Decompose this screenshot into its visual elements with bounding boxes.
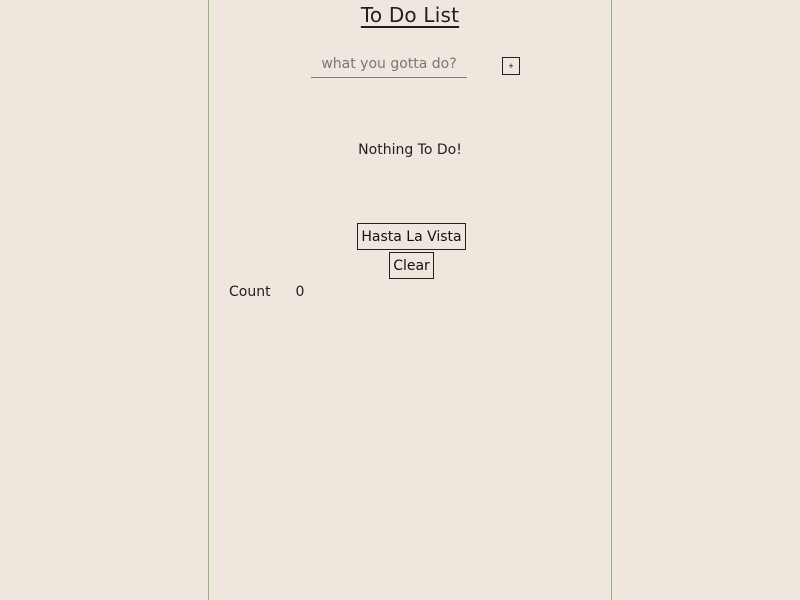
count-label: Count: [229, 284, 271, 300]
empty-state-message: Nothing To Do!: [358, 142, 462, 158]
todo-panel: To Do List + Nothing To Do! Hasta La Vis…: [208, 0, 612, 600]
page: To Do List + Nothing To Do! Hasta La Vis…: [0, 0, 800, 600]
page-title: To Do List: [360, 3, 460, 27]
add-task-button[interactable]: +: [502, 57, 520, 75]
count-value: 0: [295, 284, 305, 300]
hasta-la-vista-button[interactable]: Hasta La Vista: [357, 223, 466, 250]
task-input[interactable]: [311, 51, 467, 78]
clear-button[interactable]: Clear: [389, 252, 434, 279]
count-row: Count 0: [229, 283, 304, 301]
